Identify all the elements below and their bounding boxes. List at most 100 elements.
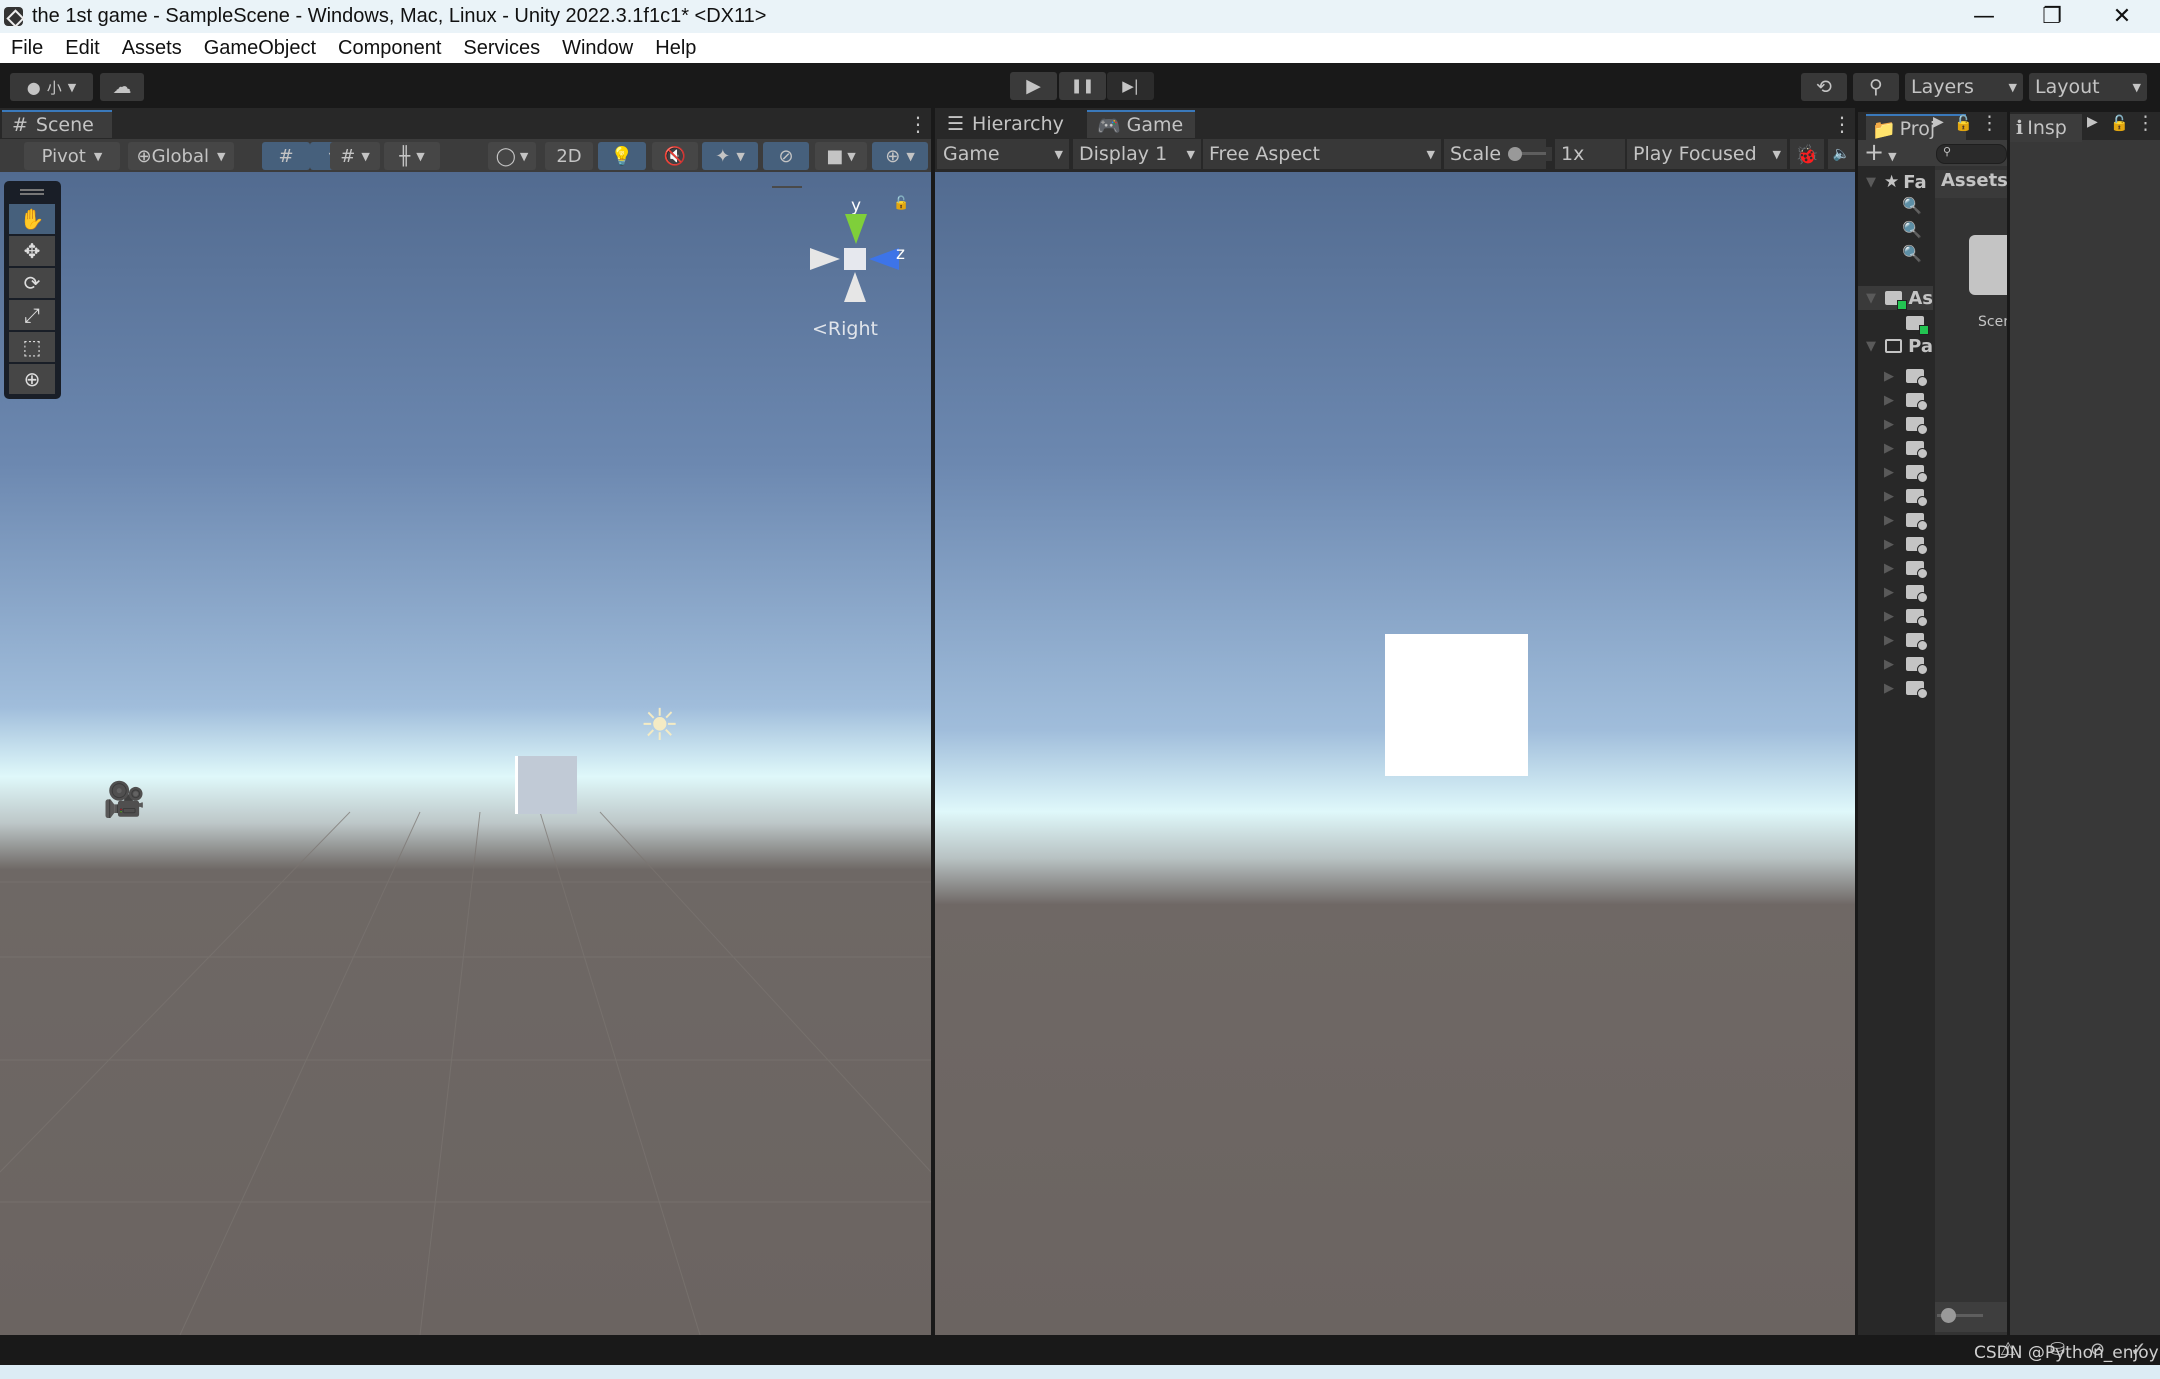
stats-toggle[interactable]: 🐞 xyxy=(1790,139,1824,169)
package-folder[interactable]: ▶ xyxy=(1858,412,1933,436)
audio-toggle[interactable]: 🔇 xyxy=(652,142,698,170)
project-menu-icon[interactable]: ⋮ xyxy=(1980,112,1999,134)
tree-packages[interactable]: ▼ Pa xyxy=(1858,334,1933,358)
cloud-button[interactable]: ☁ xyxy=(100,73,144,101)
package-folder[interactable]: ▶ xyxy=(1858,604,1933,628)
menu-window[interactable]: Window xyxy=(551,37,644,60)
expand-icon[interactable]: ▶ xyxy=(1884,417,1898,432)
menu-component[interactable]: Component xyxy=(327,37,452,60)
gizmo-y-cone[interactable] xyxy=(845,214,867,244)
tab-overflow-icon[interactable]: ▶ xyxy=(2087,114,2098,130)
package-folder[interactable]: ▶ xyxy=(1858,436,1933,460)
minimize-button[interactable]: — xyxy=(1954,0,2014,33)
expand-icon[interactable]: ▶ xyxy=(1884,513,1898,528)
menu-file[interactable]: File xyxy=(0,37,54,60)
expand-icon[interactable]: ▶ xyxy=(1884,681,1898,696)
project-search-input[interactable]: ⚲ xyxy=(1936,144,2007,164)
package-folder[interactable]: ▶ xyxy=(1858,628,1933,652)
package-folder[interactable]: ▶ xyxy=(1858,388,1933,412)
close-button[interactable]: ✕ xyxy=(2092,0,2152,33)
expand-icon[interactable]: ▶ xyxy=(1884,609,1898,624)
scenes-folder[interactable] xyxy=(1906,316,1929,335)
icon-size-slider[interactable] xyxy=(1935,1302,2007,1332)
layout-dropdown[interactable]: Layout xyxy=(2029,73,2147,101)
package-folder[interactable]: ▶ xyxy=(1858,556,1933,580)
expand-icon[interactable]: ▶ xyxy=(1884,585,1898,600)
game-view[interactable] xyxy=(935,172,1855,1335)
rect-tool[interactable]: ⬚ xyxy=(9,332,55,362)
expand-icon[interactable]: ▶ xyxy=(1884,561,1898,576)
lock-icon[interactable]: 🔓 xyxy=(893,196,909,211)
tab-scene[interactable]: # Scene xyxy=(2,110,112,138)
tab-game[interactable]: 🎮 Game xyxy=(1087,110,1195,138)
maximize-button[interactable]: ❐ xyxy=(2022,0,2082,33)
ruler-dropdown[interactable]: ╫ ▼ xyxy=(384,142,440,170)
camera-gizmo-icon[interactable]: 🎥 xyxy=(103,780,145,820)
scene-menu-icon[interactable]: ⋮ xyxy=(908,112,928,136)
lighting-toggle[interactable]: 💡 xyxy=(598,142,646,170)
expand-icon[interactable]: ▶ xyxy=(1884,537,1898,552)
gizmo-neg-y-cone[interactable] xyxy=(844,272,866,302)
package-folder[interactable]: ▶ xyxy=(1858,508,1933,532)
package-folder[interactable]: ▶ xyxy=(1858,580,1933,604)
scale-slider[interactable] xyxy=(1508,147,1552,161)
saved-search-icon[interactable]: 🔍 xyxy=(1902,244,1922,263)
expand-icon[interactable]: ▶ xyxy=(1884,393,1898,408)
tab-overflow-icon[interactable]: ▶ xyxy=(1933,114,1944,130)
saved-search-icon[interactable]: 🔍 xyxy=(1902,196,1922,215)
tree-assets[interactable]: ▼ As xyxy=(1858,286,1933,310)
icon-size-handle[interactable] xyxy=(1941,1308,1956,1323)
package-folder[interactable]: ▶ xyxy=(1858,676,1933,700)
rotate-tool[interactable]: ⟳ xyxy=(9,268,55,298)
menu-services[interactable]: Services xyxy=(452,37,551,60)
package-folder[interactable]: ▶ xyxy=(1858,364,1933,388)
pivot-dropdown[interactable]: Pivot xyxy=(24,142,120,170)
game-mode-dropdown[interactable]: Game xyxy=(937,139,1069,169)
saved-search-icon[interactable]: 🔍 xyxy=(1902,220,1922,239)
expand-icon[interactable]: ▶ xyxy=(1884,441,1898,456)
gizmo-x-cone[interactable] xyxy=(810,248,840,270)
expand-icon[interactable]: ▶ xyxy=(1884,489,1898,504)
effects-dropdown[interactable]: ✦ ▼ xyxy=(702,142,758,170)
menu-gameobject[interactable]: GameObject xyxy=(193,37,327,60)
global-dropdown[interactable]: ⊕ Global xyxy=(128,142,234,170)
search-button[interactable]: ⚲ xyxy=(1853,73,1899,101)
pause-button[interactable]: ❚❚ xyxy=(1059,72,1106,100)
scene-view[interactable]: ☀ 🎥 y z 🔓 <Right xyxy=(0,172,931,1335)
cube-object[interactable] xyxy=(515,756,577,814)
menu-help[interactable]: Help xyxy=(644,37,707,60)
lock-icon[interactable]: 🔓 xyxy=(2110,114,2129,132)
aspect-dropdown[interactable]: Free Aspect xyxy=(1203,139,1441,169)
display-dropdown[interactable]: Display 1 xyxy=(1073,139,1201,169)
expand-icon[interactable]: ▶ xyxy=(1884,633,1898,648)
tab-hierarchy[interactable]: ☰ Hierarchy xyxy=(937,110,1087,138)
scale-slider-handle[interactable] xyxy=(1508,147,1522,161)
layers-dropdown[interactable]: Layers xyxy=(1905,73,2023,101)
orientation-gizmo[interactable]: y z 🔓 xyxy=(810,196,910,302)
tree-favorites[interactable]: ▼ ★ Fa xyxy=(1858,170,1933,194)
tab-inspector[interactable]: ℹ Insp xyxy=(2010,114,2082,142)
scale-tool[interactable]: ⤢ xyxy=(9,300,55,330)
play-mode-dropdown[interactable]: Play Focused xyxy=(1627,139,1787,169)
menu-assets[interactable]: Assets xyxy=(111,37,193,60)
gizmo-view-label[interactable]: <Right xyxy=(812,318,878,340)
account-dropdown[interactable]: ● 小 ▼ xyxy=(10,73,93,101)
mute-audio-toggle[interactable]: 🔈 xyxy=(1828,139,1855,169)
transform-tool[interactable]: ⊕ xyxy=(9,364,55,394)
scene-visibility-toggle[interactable]: ⊘ xyxy=(763,142,809,170)
camera-dropdown[interactable]: ■ ▼ xyxy=(815,142,867,170)
scene-asset-icon[interactable] xyxy=(1969,235,2007,295)
play-button[interactable]: ▶ xyxy=(1010,72,1057,100)
gizmos-dropdown[interactable]: ⊕ ▼ xyxy=(872,142,928,170)
package-folder[interactable]: ▶ xyxy=(1858,652,1933,676)
package-folder[interactable]: ▶ xyxy=(1858,460,1933,484)
inspector-menu-icon[interactable]: ⋮ xyxy=(2136,112,2155,134)
undo-history-button[interactable]: ⟲ xyxy=(1801,73,1847,101)
game-menu-icon[interactable]: ⋮ xyxy=(1832,112,1852,136)
shading-mode-dropdown[interactable]: ◯ ▼ xyxy=(488,142,536,170)
package-folder[interactable]: ▶ xyxy=(1858,484,1933,508)
grid-snap-toggle[interactable]: # xyxy=(262,142,310,170)
menu-edit[interactable]: Edit xyxy=(54,37,110,60)
hand-tool[interactable]: ✋ xyxy=(9,204,55,234)
expand-icon[interactable]: ▶ xyxy=(1884,465,1898,480)
